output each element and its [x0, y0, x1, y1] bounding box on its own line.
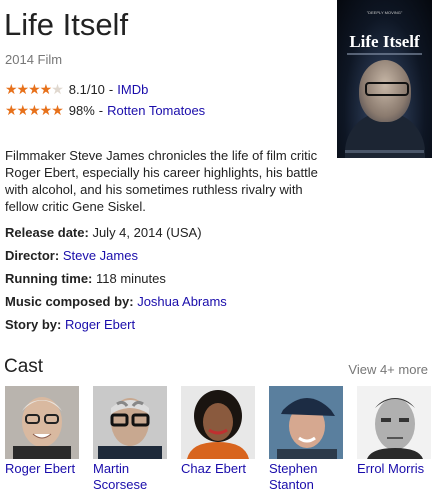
fact-value-link[interactable]: Roger Ebert [65, 317, 135, 332]
movie-subtitle: 2014 Film [5, 52, 63, 67]
rating-separator: - [108, 82, 114, 97]
fact-director: Director: Steve James [5, 248, 138, 263]
cast-card-stephen-stanton[interactable]: Stephen Stanton [269, 386, 343, 493]
poster-credits [345, 150, 424, 153]
fact-music-composed-by: Music composed by: Joshua Abrams [5, 294, 227, 309]
cast-photo-image [269, 386, 343, 459]
poster-title: Life Itself [349, 32, 420, 51]
cast-name-link[interactable]: Roger Ebert [5, 461, 79, 477]
poster-tagline: "DEEPLY MOVING" [366, 10, 403, 15]
cast-name-link[interactable]: Errol Morris [357, 461, 431, 477]
rating-score: 8.1/10 [68, 82, 105, 97]
poster-figure-glasses [365, 82, 409, 96]
fact-story-by: Story by: Roger Ebert [5, 317, 135, 332]
cast-card-martin-scorsese[interactable]: Martin Scorsese [93, 386, 167, 493]
fact-value-link[interactable]: Joshua Abrams [137, 294, 227, 309]
movie-description: Filmmaker Steve James chronicles the lif… [5, 148, 318, 214]
fact-release-date: Release date: July 4, 2014 (USA) [5, 225, 202, 240]
fact-value: 118 minutes [96, 271, 166, 286]
fact-value: July 4, 2014 (USA) [92, 225, 202, 240]
cast-heading: Cast [4, 356, 44, 377]
rating-stars-icon: ★★★★★ [5, 102, 64, 118]
cast-name-link[interactable]: Stephen Stanton [269, 461, 343, 493]
cast-photo[interactable] [93, 386, 167, 459]
cast-card-roger-ebert[interactable]: Roger Ebert [5, 386, 79, 477]
cast-photo[interactable] [181, 386, 255, 459]
cast-photo[interactable] [357, 386, 431, 459]
rating-row-imdb: ★★★★★ 8.1/10 - IMDb [5, 81, 148, 98]
rating-separator: - [98, 103, 104, 118]
rating-source-link-imdb[interactable]: IMDb [117, 82, 148, 97]
cast-photo-image [5, 386, 79, 459]
rating-row-rotten-tomatoes: ★★★★★ 98% - Rotten Tomatoes [5, 102, 205, 119]
cast-photo-image [181, 386, 255, 459]
cast-card-errol-morris[interactable]: Errol Morris [357, 386, 431, 477]
fact-running-time: Running time: 118 minutes [5, 271, 166, 286]
cast-name-link[interactable]: Chaz Ebert [181, 461, 255, 477]
view-more-cast-link[interactable]: View 4+ more [348, 362, 428, 377]
rating-source-link-rotten-tomatoes[interactable]: Rotten Tomatoes [107, 103, 205, 118]
cast-photo[interactable] [5, 386, 79, 459]
cast-photo-image [93, 386, 167, 459]
movie-poster[interactable]: "DEEPLY MOVING" Life Itself [337, 0, 432, 158]
movie-title: Life Itself [4, 7, 129, 42]
fact-label: Music composed by: [5, 294, 134, 309]
cast-card-chaz-ebert[interactable]: Chaz Ebert [181, 386, 255, 477]
rating-score: 98% [68, 103, 95, 118]
rating-stars-icon: ★★★★★ [5, 81, 64, 97]
fact-label: Running time: [5, 271, 93, 286]
cast-photo-image [357, 386, 431, 459]
poster-subline [347, 53, 422, 55]
fact-value-link[interactable]: Steve James [63, 248, 138, 263]
cast-photo[interactable] [269, 386, 343, 459]
cast-name-link[interactable]: Martin Scorsese [93, 461, 167, 493]
fact-label: Director: [5, 248, 60, 263]
fact-label: Release date: [5, 225, 89, 240]
fact-label: Story by: [5, 317, 62, 332]
